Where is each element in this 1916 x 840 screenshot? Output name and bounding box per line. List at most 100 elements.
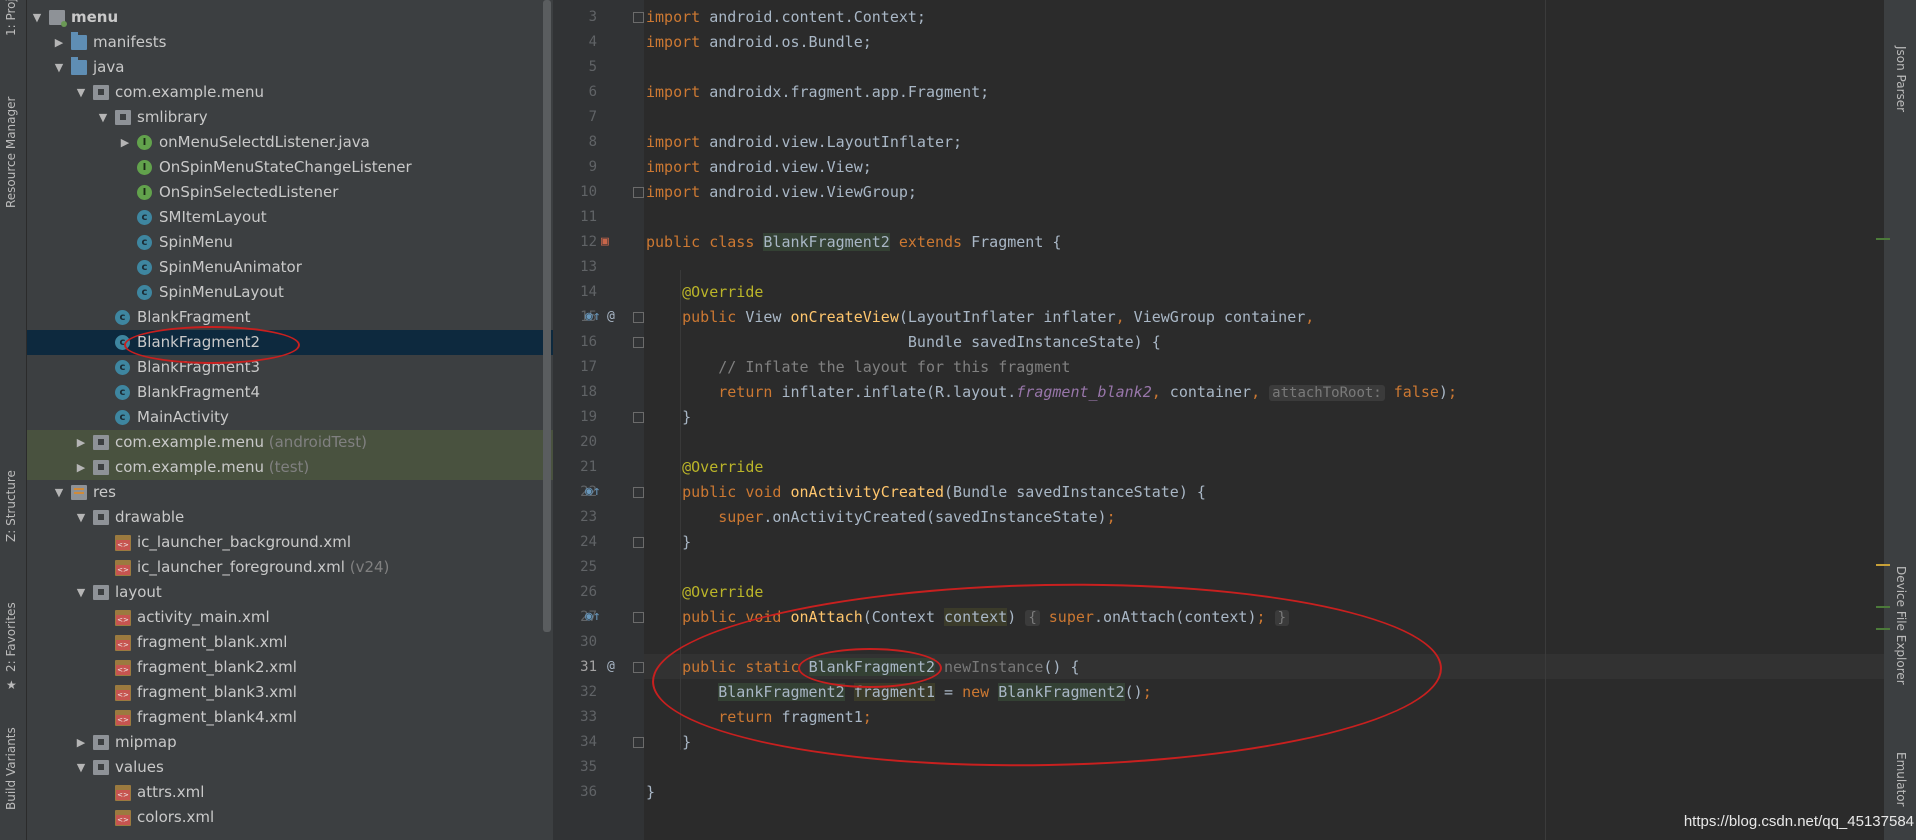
tab-structure[interactable]: Z: Structure	[0, 470, 26, 570]
fold-toggle-icon[interactable]	[633, 487, 644, 498]
fold-toggle-icon[interactable]	[633, 187, 644, 198]
tree-item[interactable]: fragment_blank4.xml	[27, 705, 553, 730]
tab-project[interactable]: 1: Project	[0, 0, 26, 40]
tab-emulator[interactable]: Emulator	[1894, 752, 1908, 807]
tree-item[interactable]: c SpinMenuLayout	[27, 280, 553, 305]
code-line[interactable]: BlankFragment2 fragment1 = new BlankFrag…	[646, 680, 1152, 705]
package-icon	[93, 85, 109, 100]
right-tool-strip: Json Parser Device File Explorer Emulato…	[1884, 0, 1916, 840]
override-icon[interactable]: ◉↑	[585, 309, 601, 324]
code-line[interactable]: public static BlankFragment2 newInstance…	[646, 655, 1080, 680]
code-line[interactable]: public void onActivityCreated(Bundle sav…	[646, 480, 1206, 505]
tree-item[interactable]: ▶ com.example.menu (androidTest)	[27, 430, 553, 455]
tree-item[interactable]: ▼ values	[27, 755, 553, 780]
code-line[interactable]: }	[646, 405, 691, 430]
fold-toggle-icon[interactable]	[633, 612, 644, 623]
code-line[interactable]: super.onActivityCreated(savedInstanceSta…	[646, 505, 1115, 530]
tree-item[interactable]: ▼ menu	[27, 5, 553, 30]
tree-item[interactable]: ▼ res	[27, 480, 553, 505]
chevron-down-icon[interactable]: ▼	[53, 480, 65, 505]
tab-json-parser[interactable]: Json Parser	[1894, 46, 1908, 112]
tree-item[interactable]: colors.xml	[27, 805, 553, 830]
tree-item[interactable]: ▼ java	[27, 55, 553, 80]
tab-device-file-explorer[interactable]: Device File Explorer	[1894, 566, 1908, 685]
project-scrollbar[interactable]	[543, 0, 551, 632]
tree-item[interactable]: c BlankFragment3	[27, 355, 553, 380]
code-line[interactable]: return inflater.inflate(R.layout.fragmen…	[646, 380, 1457, 405]
code-line[interactable]: }	[646, 780, 655, 805]
code-line[interactable]: @Override	[646, 280, 763, 305]
chevron-down-icon[interactable]: ▼	[75, 755, 87, 780]
chevron-down-icon[interactable]: ▼	[75, 80, 87, 105]
tree-item[interactable]: c BlankFragment	[27, 305, 553, 330]
tree-item[interactable]: attrs.xml	[27, 780, 553, 805]
fold-toggle-icon[interactable]	[633, 662, 644, 673]
tree-item[interactable]: activity_main.xml	[27, 605, 553, 630]
tree-item[interactable]: ▼ smlibrary	[27, 105, 553, 130]
code-line[interactable]: // Inflate the layout for this fragment	[646, 355, 1070, 380]
chevron-down-icon[interactable]: ▼	[53, 55, 65, 80]
folder-icon	[71, 32, 87, 50]
code-line[interactable]: @Override	[646, 580, 763, 605]
code-line[interactable]: import android.view.ViewGroup;	[646, 180, 917, 205]
fold-toggle-icon[interactable]	[633, 337, 644, 348]
tree-item[interactable]: ▶ manifests	[27, 30, 553, 55]
tree-item[interactable]: ic_launcher_background.xml	[27, 530, 553, 555]
fold-toggle-icon[interactable]	[633, 412, 644, 423]
tree-item[interactable]: ▶ com.example.menu (test)	[27, 455, 553, 480]
code-line[interactable]: import android.view.LayoutInflater;	[646, 130, 962, 155]
tree-item[interactable]: fragment_blank2.xml	[27, 655, 553, 680]
annotation-icon[interactable]: @	[607, 659, 615, 674]
chevron-right-icon[interactable]: ▶	[75, 430, 87, 455]
chevron-right-icon[interactable]: ▶	[75, 455, 87, 480]
annotation-icon[interactable]: @	[607, 309, 615, 324]
tree-item[interactable]: ▶ mipmap	[27, 730, 553, 755]
chevron-down-icon[interactable]: ▼	[31, 5, 43, 30]
tree-item[interactable]: c BlankFragment4	[27, 380, 553, 405]
chevron-right-icon[interactable]: ▶	[53, 30, 65, 55]
tree-item[interactable]: ▼ com.example.menu	[27, 80, 553, 105]
tree-item[interactable]: c SpinMenuAnimator	[27, 255, 553, 280]
chevron-down-icon[interactable]: ▼	[75, 580, 87, 605]
tab-favorites[interactable]: 2: Favorites ★	[0, 596, 26, 696]
tree-item[interactable]: fragment_blank3.xml	[27, 680, 553, 705]
tree-item[interactable]: c BlankFragment2	[27, 330, 553, 355]
code-line[interactable]: Bundle savedInstanceState) {	[646, 330, 1161, 355]
chevron-right-icon[interactable]: ▶	[119, 130, 131, 155]
chevron-down-icon[interactable]: ▼	[75, 505, 87, 530]
tree-item[interactable]: c SMItemLayout	[27, 205, 553, 230]
chevron-right-icon[interactable]: ▶	[75, 730, 87, 755]
code-line[interactable]: import android.os.Bundle;	[646, 30, 872, 55]
code-line[interactable]: import android.view.View;	[646, 155, 872, 180]
code-line[interactable]: import android.content.Context;	[646, 5, 926, 30]
code-line[interactable]: public View onCreateView(LayoutInflater …	[646, 305, 1314, 330]
tab-resource-manager[interactable]: Resource Manager	[0, 80, 26, 220]
tree-item[interactable]: I OnSpinSelectedListener	[27, 180, 553, 205]
tree-item[interactable]: ▼ layout	[27, 580, 553, 605]
tree-item[interactable]: ▶ IonMenuSelectdListener.java	[27, 130, 553, 155]
override-icon[interactable]: ◉↑	[585, 484, 601, 499]
code-line[interactable]: return fragment1;	[646, 705, 872, 730]
code-line[interactable]: }	[646, 730, 691, 755]
fold-toggle-icon[interactable]	[633, 312, 644, 323]
code-line[interactable]: import androidx.fragment.app.Fragment;	[646, 80, 989, 105]
tree-item[interactable]: ic_launcher_foreground.xml (v24)	[27, 555, 553, 580]
class-file-icon[interactable]: ▣	[601, 234, 609, 249]
tab-build-variants[interactable]: Build Variants	[0, 724, 26, 834]
code-line[interactable]: public class BlankFragment2 extends Frag…	[646, 230, 1061, 255]
tree-item[interactable]: ▼ drawable	[27, 505, 553, 530]
code-line[interactable]: @Override	[646, 455, 763, 480]
code-editor[interactable]: import android.content.Context; import an…	[644, 0, 1884, 840]
tree-item[interactable]: c MainActivity	[27, 405, 553, 430]
tree-item[interactable]: c SpinMenu	[27, 230, 553, 255]
chevron-down-icon[interactable]: ▼	[97, 105, 109, 130]
tree-item[interactable]: I OnSpinMenuStateChangeListener	[27, 155, 553, 180]
code-line[interactable]: public void onAttach(Context context) { …	[646, 605, 1289, 630]
class-icon: c	[115, 335, 130, 350]
fold-toggle-icon[interactable]	[633, 737, 644, 748]
override-icon[interactable]: ◉↑	[585, 609, 601, 624]
fold-toggle-icon[interactable]	[633, 12, 644, 23]
fold-toggle-icon[interactable]	[633, 537, 644, 548]
tree-item[interactable]: fragment_blank.xml	[27, 630, 553, 655]
code-line[interactable]: }	[646, 530, 691, 555]
